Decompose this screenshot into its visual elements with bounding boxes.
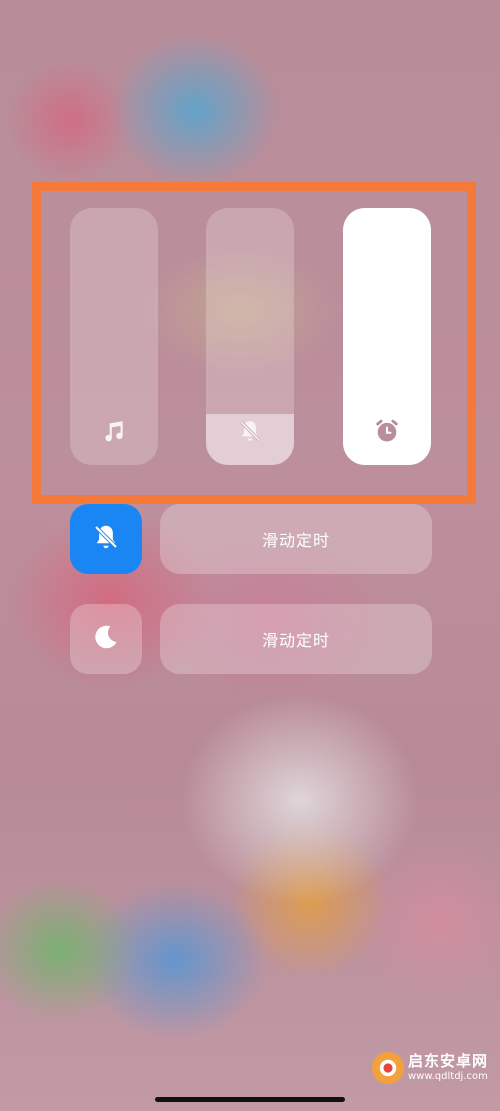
ringer-volume-slider[interactable] <box>206 208 294 465</box>
bell-muted-icon <box>236 417 264 445</box>
silent-mode-timer-slider[interactable]: 滑动定时 <box>160 504 432 574</box>
moon-icon <box>91 622 121 656</box>
alarm-clock-icon <box>373 417 401 445</box>
music-note-icon <box>100 417 128 445</box>
watermark-title: 启东安卓网 <box>408 1052 489 1070</box>
home-indicator-bar[interactable] <box>155 1097 345 1102</box>
media-volume-slider[interactable] <box>70 208 158 465</box>
silent-timer-label: 滑动定时 <box>261 531 330 550</box>
watermark-url: www.qdltdj.com <box>408 1071 488 1082</box>
dnd-timer-slider[interactable]: 滑动定时 <box>160 604 432 674</box>
dnd-timer-label: 滑动定时 <box>261 631 330 650</box>
bell-muted-icon <box>91 522 121 556</box>
watermark-logo-icon <box>372 1052 404 1084</box>
alarm-volume-slider[interactable] <box>343 208 431 465</box>
silent-mode-toggle-button[interactable] <box>70 504 142 574</box>
do-not-disturb-toggle-button[interactable] <box>70 604 142 674</box>
site-watermark: 启东安卓网 www.qdltdj.com <box>372 1052 488 1084</box>
